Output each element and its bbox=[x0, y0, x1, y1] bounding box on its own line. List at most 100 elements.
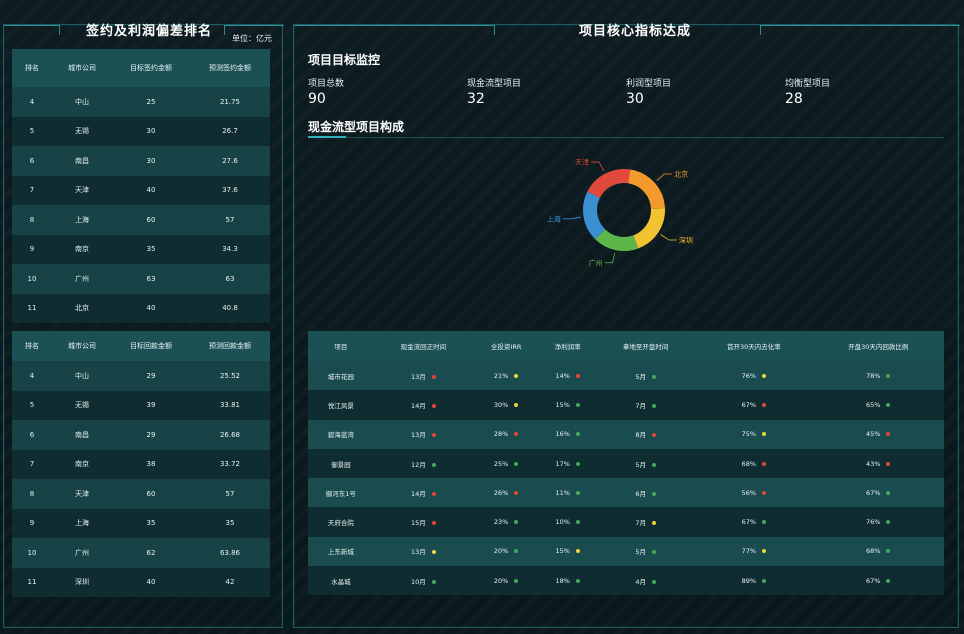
metric-cell: 76% bbox=[812, 507, 944, 537]
cell-value: 89% bbox=[741, 576, 757, 585]
table-row: 7 天津 40 37.6 bbox=[12, 175, 270, 205]
metric-cell: 68% bbox=[812, 536, 944, 567]
kpi-cashflow-projects: 现金流型项目 32 bbox=[467, 76, 521, 107]
status-dot-icon bbox=[762, 520, 767, 525]
metric-cell: 15% bbox=[539, 390, 597, 420]
donut-slice bbox=[583, 191, 606, 240]
metric-cell: 26% bbox=[472, 478, 540, 508]
status-dot-icon bbox=[762, 461, 767, 466]
kpi-value: 90 bbox=[308, 91, 326, 107]
table-cell: 天津 bbox=[52, 175, 112, 205]
metric-cell: 56% bbox=[695, 478, 813, 508]
status-dot-icon bbox=[886, 373, 891, 378]
status-dot-icon bbox=[762, 549, 767, 554]
cell-value: 13月 bbox=[410, 548, 426, 557]
cell-value: 8月 bbox=[635, 431, 646, 440]
status-dot-icon bbox=[651, 462, 656, 467]
status-dot-icon bbox=[431, 521, 436, 526]
table-cell: 4 bbox=[12, 87, 52, 117]
table-cell: 57 bbox=[190, 205, 270, 235]
project-kpi-panel: 项目核心指标达成 项目目标监控 项目总数 90 现金流型项目 32 利润型项目 … bbox=[293, 24, 960, 628]
cell-value: 11% bbox=[555, 488, 570, 497]
project-kpi-table: 项目 现金流回正时间 全投资IRR 净利润率 拿地至开盘时间 首开30天内去化率 开盘30天… bbox=[308, 331, 944, 596]
table-cell: 南昌 bbox=[52, 420, 112, 450]
table-cell: 中山 bbox=[52, 87, 112, 117]
cell-value: 5月 bbox=[635, 372, 646, 381]
donut-leader-line bbox=[562, 216, 581, 220]
metric-cell: 45% bbox=[812, 419, 944, 449]
project-name-cell: 上东新城 bbox=[308, 536, 374, 567]
table-row: 11 深圳 40 42 bbox=[12, 567, 270, 597]
metric-cell: 43% bbox=[812, 448, 944, 479]
kpi-value: 28 bbox=[785, 91, 803, 107]
project-name-cell: 御景园 bbox=[308, 448, 374, 479]
table-row: 御河东1号 14月 26% 11% 6月 56% 67% bbox=[308, 478, 944, 508]
table-cell: 南昌 bbox=[52, 146, 112, 176]
cell-value: 26% bbox=[493, 488, 509, 497]
status-dot-icon bbox=[575, 549, 580, 554]
table-cell: 天津 bbox=[52, 479, 112, 509]
table-cell: 60 bbox=[112, 479, 190, 509]
table-row: 5 无锡 39 33.81 bbox=[12, 390, 270, 420]
project-kpi-title: 项目核心指标达成 bbox=[579, 24, 692, 39]
status-dot-icon bbox=[575, 520, 580, 525]
cell-value: 15% bbox=[555, 400, 570, 409]
status-dot-icon bbox=[886, 432, 891, 437]
table-row: 城市花园 13月 21% 14% 5月 76% 78% bbox=[308, 361, 944, 391]
col-header: 预测签约金额 bbox=[190, 49, 270, 87]
composition-section-title: 现金流型项目构成 bbox=[308, 120, 405, 134]
table-cell: 63 bbox=[112, 264, 190, 294]
table-cell: 上海 bbox=[52, 508, 112, 538]
cell-value: 67% bbox=[741, 518, 757, 527]
table-cell: 34.3 bbox=[190, 234, 270, 264]
metric-cell: 5月 bbox=[596, 361, 696, 391]
metric-cell: 67% bbox=[812, 478, 944, 508]
metric-cell: 65% bbox=[812, 390, 944, 420]
status-dot-icon bbox=[514, 520, 519, 525]
table-cell: 广州 bbox=[52, 264, 112, 294]
table-row: 4 中山 29 25.52 bbox=[12, 361, 270, 391]
status-dot-icon bbox=[886, 461, 891, 466]
metric-cell: 14% bbox=[539, 361, 597, 391]
col-header: 目标签约金额 bbox=[112, 49, 190, 87]
table-cell: 60 bbox=[112, 205, 190, 235]
metric-cell: 30% bbox=[472, 390, 540, 420]
table-cell: 无锡 bbox=[52, 116, 112, 146]
kpi-label: 利润型项目 bbox=[626, 79, 672, 89]
table-cell: 北京 bbox=[52, 293, 112, 323]
title-decor-tick bbox=[494, 25, 495, 35]
status-dot-icon bbox=[886, 490, 891, 495]
cell-value: 18% bbox=[555, 576, 570, 585]
cell-value: 67% bbox=[866, 488, 881, 497]
cell-value: 14月 bbox=[410, 401, 426, 410]
table-cell: 9 bbox=[12, 234, 52, 264]
kpi-balanced-projects: 均衡型项目 28 bbox=[785, 76, 830, 107]
metric-cell: 15月 bbox=[373, 507, 473, 537]
donut-label: 北京 bbox=[674, 170, 688, 179]
status-dot-icon bbox=[651, 521, 656, 526]
title-decor-line bbox=[294, 25, 494, 26]
metric-cell: 10% bbox=[539, 507, 597, 537]
table-row: 御景园 12月 25% 17% 5月 68% 43% bbox=[308, 448, 944, 479]
table-row: 悦江风景 14月 30% 15% 7月 67% 65% bbox=[308, 390, 944, 420]
cell-value: 43% bbox=[866, 459, 881, 468]
table-cell: 7 bbox=[12, 175, 52, 205]
table-row: 8 上海 60 57 bbox=[12, 205, 270, 235]
table-cell: 11 bbox=[12, 293, 52, 323]
table-cell: 10 bbox=[12, 264, 52, 294]
status-dot-icon bbox=[762, 432, 767, 437]
metric-cell: 67% bbox=[695, 507, 813, 537]
cell-value: 5月 bbox=[635, 548, 646, 557]
title-decor-tick bbox=[224, 25, 225, 35]
table-cell: 广州 bbox=[52, 538, 112, 568]
cell-value: 4月 bbox=[635, 577, 646, 586]
table-cell: 南京 bbox=[52, 234, 112, 264]
metric-cell: 13月 bbox=[373, 419, 473, 449]
table-cell: 62 bbox=[112, 538, 190, 568]
table-row: 5 无锡 30 26.7 bbox=[12, 116, 270, 146]
col-header: 预测回款金额 bbox=[190, 331, 270, 361]
table-row: 6 南昌 29 26.68 bbox=[12, 420, 270, 450]
cashflow-composition-donut: 北京深圳广州 上海 天津 bbox=[547, 159, 693, 268]
table-cell: 57 bbox=[190, 479, 270, 509]
cell-value: 65% bbox=[866, 400, 881, 409]
